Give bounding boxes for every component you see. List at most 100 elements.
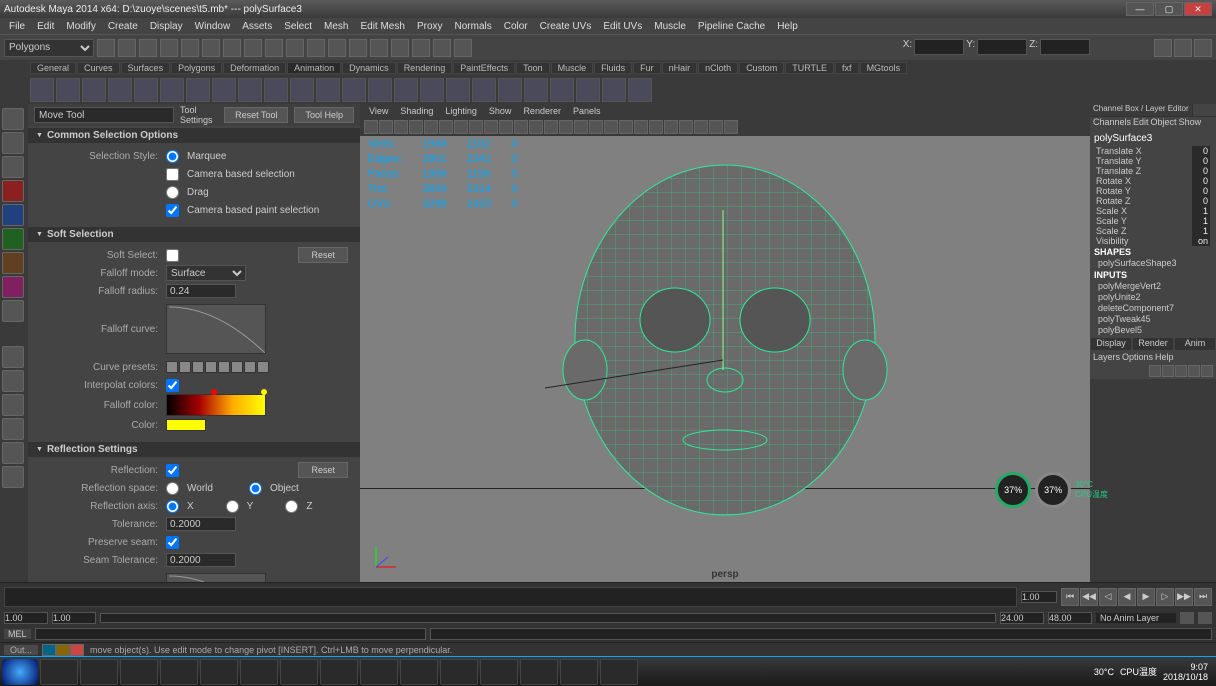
toggle-toolbox-icon[interactable] — [1154, 39, 1172, 57]
world-radio[interactable] — [166, 482, 179, 495]
render-settings-icon[interactable] — [412, 39, 430, 57]
current-frame-input[interactable] — [1021, 591, 1057, 603]
menu-pipeline[interactable]: Pipeline Cache — [693, 21, 770, 32]
preset-swatch[interactable] — [205, 361, 217, 373]
shelf-icon[interactable] — [576, 78, 600, 102]
preset-swatch[interactable] — [218, 361, 230, 373]
mode-selector[interactable]: Polygons — [4, 39, 94, 57]
vp-icon[interactable] — [379, 120, 393, 134]
seam-tolerance-input[interactable] — [166, 553, 236, 567]
layout-persp-out-icon[interactable] — [2, 418, 24, 440]
channel-attr[interactable]: Translate Z0 — [1094, 166, 1212, 176]
shelf-icon[interactable] — [212, 78, 236, 102]
channel-attr[interactable]: Visibilityon — [1094, 236, 1212, 246]
play-button[interactable]: ▶ — [1137, 588, 1155, 606]
shelf-icon[interactable] — [316, 78, 340, 102]
vp-icon[interactable] — [469, 120, 483, 134]
shelf-tab[interactable]: fxf — [835, 62, 859, 74]
shelf-tab[interactable]: Muscle — [551, 62, 594, 74]
system-tray[interactable]: 30°C CPU温度 9:072018/10/18 — [1088, 662, 1214, 682]
shelf-icon[interactable] — [472, 78, 496, 102]
snap-point-icon[interactable] — [286, 39, 304, 57]
shelf-tab-active[interactable]: Animation — [287, 62, 341, 74]
channel-attr[interactable]: Scale Z1 — [1094, 226, 1212, 236]
layer-icon[interactable] — [1149, 365, 1161, 377]
shelf-tab[interactable]: Custom — [739, 62, 784, 74]
interp-colors-checkbox[interactable] — [166, 379, 179, 392]
z-input[interactable] — [1040, 39, 1090, 55]
minimize-button[interactable]: — — [1126, 2, 1154, 16]
step-fwd-button[interactable]: ▶▶ — [1175, 588, 1193, 606]
menu-help[interactable]: Help — [772, 21, 803, 32]
layer-icon[interactable] — [1201, 365, 1213, 377]
reset-tool-button[interactable]: Reset Tool — [224, 107, 288, 123]
render-tab[interactable]: Render — [1132, 337, 1174, 351]
shelf-icon[interactable] — [394, 78, 418, 102]
shelf-icon[interactable] — [498, 78, 522, 102]
preset-swatch[interactable] — [244, 361, 256, 373]
taskbar-app[interactable] — [560, 659, 598, 685]
shelf-icon[interactable] — [602, 78, 626, 102]
preset-swatch[interactable] — [257, 361, 269, 373]
shelf-icon[interactable] — [238, 78, 262, 102]
select-comp-icon[interactable] — [223, 39, 241, 57]
range-track[interactable] — [100, 613, 996, 623]
anim-layer-select[interactable]: No Anim Layer — [1096, 613, 1176, 623]
cb-menu-edit[interactable]: Edit — [1133, 117, 1149, 129]
vp-menu-view[interactable]: View — [364, 106, 393, 116]
paint-sel-checkbox[interactable] — [166, 204, 179, 217]
move-tool-icon[interactable] — [2, 180, 24, 202]
layer-list[interactable] — [1090, 379, 1216, 583]
input-node[interactable]: polyMergeVert2 — [1094, 281, 1212, 292]
menu-window[interactable]: Window — [190, 21, 236, 32]
batch-render-icon[interactable] — [391, 39, 409, 57]
shelf-tab[interactable]: Dynamics — [342, 62, 396, 74]
menu-createuvs[interactable]: Create UVs — [535, 21, 597, 32]
vp-icon[interactable] — [454, 120, 468, 134]
redo-icon[interactable] — [181, 39, 199, 57]
shelf-icon[interactable] — [524, 78, 548, 102]
open-scene-icon[interactable] — [118, 39, 136, 57]
prev-frame-button[interactable]: ◁ — [1099, 588, 1117, 606]
anim-start-input[interactable] — [4, 612, 48, 624]
taskbar-app[interactable] — [480, 659, 518, 685]
fast-fwd-button[interactable]: ⏭ — [1194, 588, 1212, 606]
set-key-button[interactable] — [1198, 612, 1212, 624]
shelf-tab[interactable]: nHair — [662, 62, 698, 74]
taskbar-app[interactable] — [200, 659, 238, 685]
camera-sel-checkbox[interactable] — [166, 168, 179, 181]
play-back-button[interactable]: ◀ — [1118, 588, 1136, 606]
univ-tool-icon[interactable] — [2, 252, 24, 274]
taskbar-app[interactable] — [520, 659, 558, 685]
shelf-icon[interactable] — [420, 78, 444, 102]
vp-icon[interactable] — [679, 120, 693, 134]
hypershade-icon[interactable] — [433, 39, 451, 57]
layout-two-icon[interactable] — [2, 394, 24, 416]
menu-create[interactable]: Create — [103, 21, 143, 32]
shelf-icon[interactable] — [446, 78, 470, 102]
layer-icon[interactable] — [1162, 365, 1174, 377]
layer-icon[interactable] — [1188, 365, 1200, 377]
reflection-checkbox[interactable] — [166, 464, 179, 477]
layers-menu[interactable]: Layers — [1093, 352, 1120, 362]
toggle-attr-icon[interactable] — [1174, 39, 1192, 57]
vp-icon[interactable] — [709, 120, 723, 134]
history-icon[interactable] — [328, 39, 346, 57]
preset-swatch[interactable] — [192, 361, 204, 373]
marquee-radio[interactable] — [166, 150, 179, 163]
menu-select[interactable]: Select — [279, 21, 317, 32]
anim-tab[interactable]: Anim — [1174, 337, 1216, 351]
menu-modify[interactable]: Modify — [61, 21, 100, 32]
viewport-3d[interactable]: Verts:194611020 Edges:390123410 Faces:19… — [360, 136, 1090, 582]
display-tab[interactable]: Display — [1090, 337, 1132, 351]
layer-options-menu[interactable]: Options — [1122, 352, 1153, 362]
channel-attr[interactable]: Rotate Z0 — [1094, 196, 1212, 206]
vp-icon[interactable] — [604, 120, 618, 134]
helpline-icon[interactable] — [56, 644, 70, 656]
channel-attr[interactable]: Scale X1 — [1094, 206, 1212, 216]
layer-icon[interactable] — [1175, 365, 1187, 377]
vp-icon[interactable] — [364, 120, 378, 134]
channel-attr[interactable]: Translate X0 — [1094, 146, 1212, 156]
soft-mod-icon[interactable] — [2, 276, 24, 298]
vp-menu-panels[interactable]: Panels — [568, 106, 606, 116]
